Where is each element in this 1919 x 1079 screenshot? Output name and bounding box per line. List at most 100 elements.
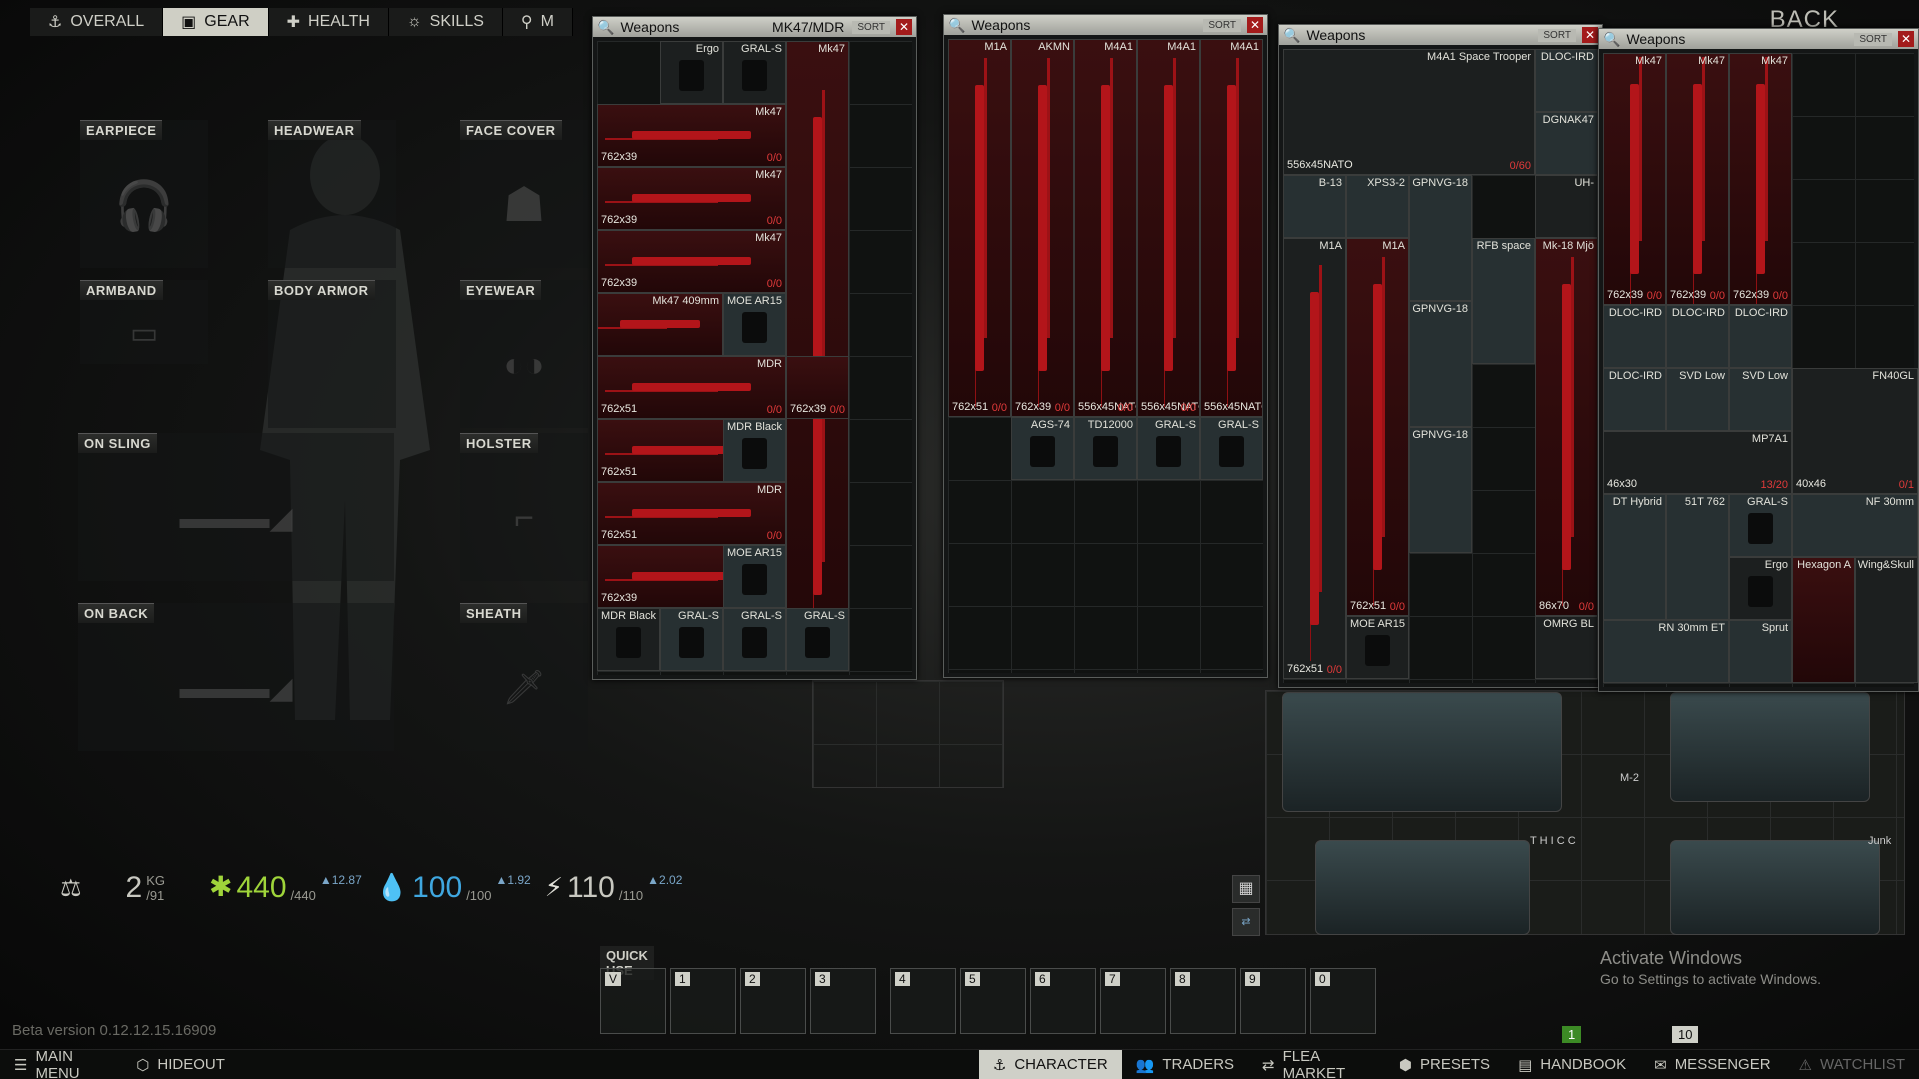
tab-overall[interactable]: ⚓ OVERALL: [30, 8, 164, 36]
inventory-item[interactable]: GRAL-S: [660, 608, 723, 671]
inventory-item[interactable]: MDR 762x51 0/0: [597, 356, 786, 419]
inventory-item[interactable]: M1A 762x51 0/0: [1346, 238, 1409, 616]
tab-skills[interactable]: ☼ SKILLS: [388, 8, 503, 36]
weapons-window-mk47-mdr[interactable]: 🔍 Weapons MK47/MDR SORT ✕ Ergo GRAL-S Mk47 Mk47…: [592, 16, 917, 680]
inventory-item[interactable]: GRAL-S: [723, 41, 786, 104]
slot-on-sling[interactable]: ON SLING ▬▬▬◢: [78, 433, 394, 581]
window-header[interactable]: 🔍 Weapons SORT ✕: [1279, 25, 1602, 45]
inventory-item[interactable]: Mk47762x390/0: [597, 104, 786, 167]
grid-view-button[interactable]: ▦: [1232, 875, 1260, 903]
slot-body-armor[interactable]: BODY ARMOR: [268, 280, 396, 428]
window-header[interactable]: 🔍 Weapons SORT ✕: [944, 15, 1267, 35]
close-icon[interactable]: ✕: [1582, 27, 1598, 43]
inventory-item[interactable]: MDR Black: [597, 608, 660, 671]
quick-slot[interactable]: 4: [890, 968, 956, 1034]
inventory-item[interactable]: Mk47762x390/0: [1666, 53, 1729, 305]
stash-grid[interactable]: [812, 680, 1004, 788]
flea-market-button[interactable]: ⇄ FLEA MARKET: [1248, 1048, 1385, 1079]
quick-slot[interactable]: 1: [670, 968, 736, 1034]
inventory-item[interactable]: MOE AR15: [723, 545, 786, 608]
traders-button[interactable]: 👥 TRADERS: [1122, 1050, 1248, 1079]
close-icon[interactable]: ✕: [1898, 31, 1914, 47]
close-icon[interactable]: ✕: [896, 19, 912, 35]
inventory-item[interactable]: GRAL-S: [1200, 417, 1263, 480]
inventory-item[interactable]: XPS3-2: [1346, 175, 1409, 238]
quick-slot[interactable]: 0: [1310, 968, 1376, 1034]
close-icon[interactable]: ✕: [1247, 17, 1263, 33]
weapons-window-2[interactable]: 🔍 Weapons SORT ✕ M1A 762x51 0/0 AKMN 762x39 0/0 M…: [943, 14, 1268, 678]
inventory-item[interactable]: GPNVG-18: [1409, 301, 1472, 427]
inventory-item[interactable]: GRAL-S: [723, 608, 786, 671]
slot-face-cover[interactable]: FACE COVER ☗: [460, 120, 588, 268]
slot-holster[interactable]: HOLSTER ⌐: [460, 433, 588, 581]
search-icon[interactable]: 🔍: [597, 19, 614, 36]
presets-button[interactable]: ⬢ PRESETS: [1385, 1050, 1504, 1079]
slot-eyewear[interactable]: EYEWEAR ◐◑: [460, 280, 588, 428]
quick-slot[interactable]: 9: [1240, 968, 1306, 1034]
inventory-item[interactable]: 51T 762: [1666, 494, 1729, 620]
search-icon[interactable]: 🔍: [948, 17, 965, 34]
inventory-item[interactable]: GRAL-S: [1137, 417, 1200, 480]
window-header[interactable]: 🔍 Weapons SORT ✕: [1599, 29, 1918, 49]
search-icon[interactable]: 🔍: [1283, 27, 1300, 44]
sort-button[interactable]: SORT: [852, 20, 890, 34]
inventory-item[interactable]: DGNAK47: [1535, 112, 1598, 175]
quick-slot[interactable]: 2: [740, 968, 806, 1034]
inventory-item[interactable]: 762x39 0/0: [786, 356, 849, 419]
quick-slot[interactable]: 5: [960, 968, 1026, 1034]
quick-slot[interactable]: 6: [1030, 968, 1096, 1034]
inventory-item[interactable]: Hexagon A: [1792, 557, 1855, 683]
slot-earpiece[interactable]: EARPIECE 🎧: [80, 120, 208, 268]
inventory-item[interactable]: AGS-74: [1011, 417, 1074, 480]
quick-slot[interactable]: 8: [1170, 968, 1236, 1034]
storage-case[interactable]: [1670, 692, 1870, 802]
inventory-item[interactable]: Mk-18 Mjö 86x70 0/0: [1535, 238, 1598, 616]
inventory-item[interactable]: Wing&Skull: [1855, 557, 1918, 683]
sort-button[interactable]: ⇄: [1232, 908, 1260, 936]
tab-map[interactable]: ⚲ M: [502, 8, 573, 36]
slot-on-back[interactable]: ON BACK ▬▬▬◢: [78, 603, 394, 751]
inventory-item[interactable]: UH-: [1535, 175, 1598, 238]
window-header[interactable]: 🔍 Weapons MK47/MDR SORT ✕: [593, 17, 916, 37]
inventory-item[interactable]: GRAL-S: [786, 608, 849, 671]
slot-sheath[interactable]: SHEATH 🗡: [460, 603, 588, 751]
inventory-item[interactable]: MOE AR15: [1346, 616, 1409, 679]
window-grid[interactable]: Mk47 762x39 0/0 Mk47 762x39 0/0 Mk47 762x39 0/0 D…: [1603, 53, 1918, 687]
inventory-item[interactable]: Mk47762x390/0: [1603, 53, 1666, 305]
slot-armband[interactable]: ARMBAND ▭: [80, 280, 208, 364]
inventory-item[interactable]: DT Hybrid: [1603, 494, 1666, 620]
inventory-item[interactable]: AKMN 762x39 0/0: [1011, 39, 1074, 417]
inventory-item[interactable]: MDR Black: [723, 419, 786, 482]
weapon-case[interactable]: [1282, 692, 1562, 812]
messenger-button[interactable]: ✉ MESSENGER: [1640, 1050, 1784, 1079]
character-button[interactable]: ⚓ CHARACTER: [978, 1049, 1122, 1079]
inventory-item[interactable]: M1A 762x51 0/0: [948, 39, 1011, 417]
main-menu-button[interactable]: ☰ MAIN MENU: [0, 1048, 122, 1079]
inventory-item[interactable]: DLOC-IRD: [1729, 305, 1792, 368]
window-grid[interactable]: M1A762x510/0AKMN762x390/0 M4A1556x45NATO0…: [948, 39, 1263, 673]
inventory-item[interactable]: GRAL-S: [1729, 494, 1792, 557]
quick-slot[interactable]: 3: [810, 968, 876, 1034]
inventory-item[interactable]: RN 30mm ET: [1603, 620, 1729, 683]
inventory-item[interactable]: MOE AR15: [723, 293, 786, 356]
inventory-item[interactable]: DLOC-IRD: [1535, 49, 1598, 112]
sort-button[interactable]: SORT: [1203, 18, 1241, 32]
inventory-item[interactable]: Sprut: [1729, 620, 1792, 683]
inventory-item[interactable]: SVD Low: [1729, 368, 1792, 431]
inventory-item[interactable]: SVD Low: [1666, 368, 1729, 431]
thicc-case[interactable]: [1315, 840, 1530, 935]
inventory-item[interactable]: M1A 762x51 0/0: [1283, 238, 1346, 679]
weapons-window-4[interactable]: 🔍 Weapons SORT ✕ Mk47 762x39 0/0 Mk47 762x39 0/0…: [1598, 28, 1919, 692]
inventory-item[interactable]: MDR 762x51 0/0: [597, 482, 786, 545]
inventory-item[interactable]: TD12000: [1074, 417, 1137, 480]
inventory-item[interactable]: M4A1556x45NATO0/0: [1137, 39, 1200, 417]
watchlist-button[interactable]: ⚠ WATCHLIST: [1785, 1050, 1919, 1079]
inventory-item[interactable]: NF 30mm: [1792, 494, 1918, 557]
inventory-item[interactable]: DLOC-IRD: [1666, 305, 1729, 368]
handbook-button[interactable]: ▤ HANDBOOK: [1504, 1050, 1640, 1079]
inventory-item[interactable]: RFB space: [1472, 238, 1535, 364]
inventory-item[interactable]: FN40GL 40x46 0/1: [1792, 368, 1918, 494]
junk-box[interactable]: [1670, 840, 1880, 935]
inventory-item[interactable]: M4A1 Space Trooper 556x45NATO 0/60: [1283, 49, 1535, 175]
inventory-item[interactable]: Ergo: [660, 41, 723, 104]
